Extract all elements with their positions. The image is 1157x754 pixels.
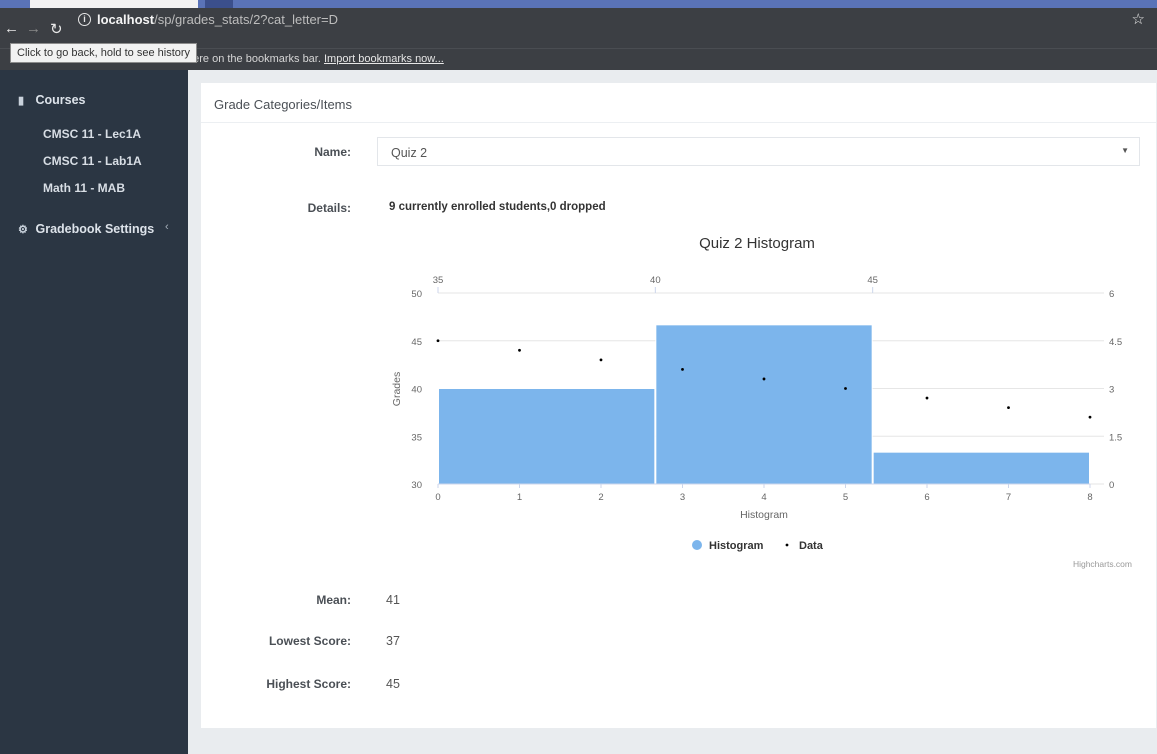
data-point — [518, 348, 521, 352]
sidebar-item-math11-mab[interactable]: Math 11 - MAB — [43, 181, 125, 195]
bookmark-star-icon[interactable]: ☆ — [1132, 10, 1145, 28]
bookmarks-hint: here on the bookmarks bar. — [187, 53, 321, 65]
x-bottom-tick-label: 4 — [761, 492, 766, 503]
x-bottom-tick-label: 3 — [680, 492, 685, 503]
forward-arrow-icon[interactable]: → — [26, 20, 41, 37]
y-right-tick-label: 6 — [1109, 289, 1114, 300]
mean-value: 41 — [386, 593, 400, 607]
back-button-tooltip: Click to go back, hold to see history — [10, 43, 198, 63]
x-bottom-tick-label: 7 — [1006, 492, 1011, 503]
x-bottom-tick-label: 2 — [598, 492, 603, 503]
x-top-tick-label: 35 — [433, 275, 444, 286]
data-point — [925, 396, 929, 400]
x-bottom-tick-label: 0 — [435, 492, 440, 503]
url-path: /sp/grades_stats/2?cat_letter=D — [154, 12, 338, 27]
sidebar-settings-label: Gradebook Settings — [35, 222, 155, 236]
x-top-tick-label: 40 — [650, 275, 661, 286]
chart-title: Quiz 2 Histogram — [699, 235, 815, 252]
lowest-score-label: Lowest Score: — [268, 634, 351, 648]
legend-histogram-label[interactable]: Histogram — [709, 540, 764, 552]
mean-label: Mean: — [316, 593, 351, 607]
y-right-tick-label: 0 — [1109, 480, 1114, 491]
book-icon: ▮ — [18, 95, 25, 107]
sidebar-item-gradebook-settings[interactable]: ⚙ Gradebook Settings — [18, 222, 154, 236]
lowest-score-value: 37 — [386, 634, 400, 648]
data-point — [762, 377, 766, 381]
chart-credits[interactable]: Highcharts.com — [1073, 559, 1132, 569]
y-axis-label: Grades — [391, 372, 403, 406]
data-point — [599, 358, 603, 362]
x-bottom-tick-label: 6 — [924, 492, 929, 503]
sidebar-courses-label: Courses — [35, 93, 86, 107]
reload-icon[interactable]: ↻ — [50, 20, 63, 38]
sidebar-item-cmsc11-lab1a[interactable]: CMSC 11 - Lab1A — [43, 154, 142, 168]
chart-legend: Histogram Data — [692, 540, 824, 552]
y-right-tick-label: 1.5 — [1109, 432, 1122, 443]
histogram-bar — [655, 324, 873, 485]
info-icon[interactable]: i — [78, 13, 91, 26]
new-tab-button[interactable] — [205, 0, 233, 8]
y-left-tick-label: 35 — [411, 432, 422, 443]
legend-data-symbol — [785, 543, 789, 547]
y-left-tick-label: 30 — [411, 480, 422, 491]
browser-tab[interactable] — [30, 0, 198, 8]
sidebar-item-courses[interactable]: ▮ Courses — [18, 93, 86, 107]
chevron-left-icon[interactable]: ‹ — [165, 221, 169, 233]
y-left-tick-label: 45 — [411, 337, 422, 348]
x-bottom-tick-label: 1 — [517, 492, 522, 503]
x-bottom-tick-label: 8 — [1087, 492, 1092, 503]
address-bar[interactable]: localhost/sp/grades_stats/2?cat_letter=D — [97, 12, 338, 27]
histogram-bar — [872, 451, 1091, 485]
sidebar: ▮ Courses CMSC 11 - Lec1A CMSC 11 - Lab1… — [0, 70, 188, 754]
data-point — [681, 368, 684, 371]
grade-panel: Grade Categories/Items Name: Quiz 2 ▼ De… — [201, 83, 1156, 728]
highest-score-value: 45 — [386, 677, 400, 691]
browser-tab-strip — [0, 0, 1157, 8]
data-point — [844, 387, 847, 390]
histogram-bars — [438, 324, 1091, 485]
histogram-chart: 303540455001.534.560 1 2 3 4 5 6 7 835 40 45 Quiz … — [391, 235, 1132, 569]
x-top-tick-label: 45 — [867, 275, 878, 286]
x-bottom-tick-label: 5 — [843, 492, 848, 503]
highest-score-label: Highest Score: — [266, 677, 351, 691]
y-right-tick-label: 4.5 — [1109, 337, 1122, 348]
back-arrow-icon[interactable]: ← — [4, 20, 19, 37]
legend-data-label[interactable]: Data — [799, 540, 824, 552]
y-left-tick-label: 50 — [411, 289, 422, 300]
x-axis-label: Histogram — [740, 509, 788, 521]
y-right-tick-label: 3 — [1109, 385, 1114, 396]
data-point — [1007, 406, 1010, 409]
gear-icon: ⚙ — [18, 224, 28, 236]
histogram-bar — [438, 388, 656, 485]
import-bookmarks-link[interactable]: Import bookmarks now... — [324, 53, 444, 65]
data-point — [436, 339, 440, 343]
legend-histogram-symbol — [692, 540, 702, 550]
data-point — [1088, 415, 1092, 419]
sidebar-item-cmsc11-lec1a[interactable]: CMSC 11 - Lec1A — [43, 127, 141, 141]
bookmarks-message: here on the bookmarks bar. Import bookma… — [187, 53, 444, 65]
url-host: localhost — [97, 12, 155, 27]
y-left-tick-label: 40 — [411, 385, 422, 396]
